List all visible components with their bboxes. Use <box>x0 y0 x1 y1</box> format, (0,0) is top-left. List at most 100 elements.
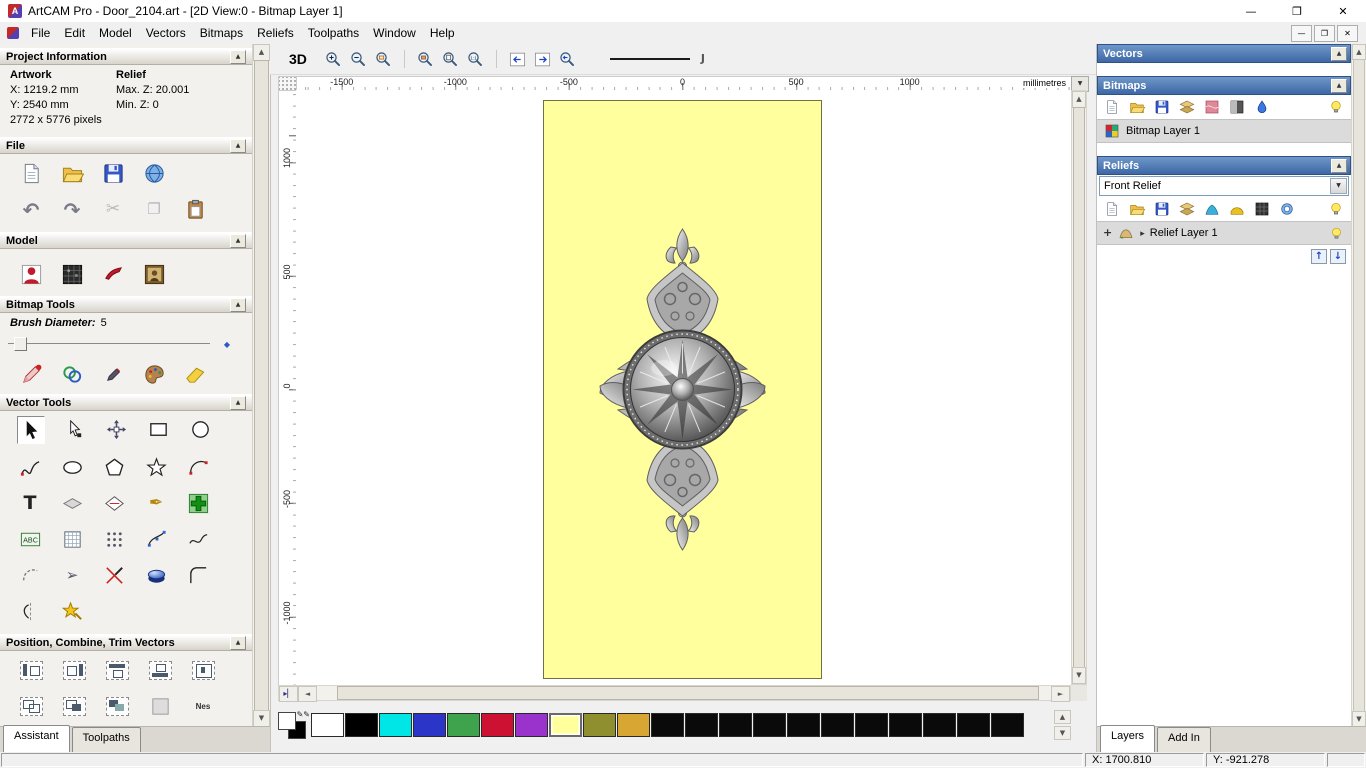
create-polygon-icon[interactable] <box>101 454 127 480</box>
combine-union-icon[interactable] <box>18 694 44 720</box>
eraser-icon[interactable] <box>182 361 208 387</box>
relief-selector[interactable]: Front Relief ▼ <box>1099 176 1349 196</box>
primary-secondary-colour-well[interactable]: ✎✎ <box>278 710 310 739</box>
collapse-button[interactable]: ▲ <box>1331 159 1347 173</box>
load-bitmap-icon[interactable] <box>1128 98 1146 116</box>
collapse-button[interactable]: ▲ <box>230 50 246 64</box>
zoom-in-icon[interactable] <box>322 48 345 70</box>
zoom-page-icon[interactable] <box>439 48 462 70</box>
move-layer-down-button[interactable]: ↓ <box>1330 249 1346 264</box>
merge-reliefs-icon[interactable] <box>1178 200 1196 218</box>
collapse-button[interactable]: ▲ <box>1331 47 1347 61</box>
menu-help[interactable]: Help <box>423 23 462 43</box>
artboard[interactable] <box>543 100 822 679</box>
zoom-window-icon[interactable] <box>372 48 395 70</box>
create-polyline-icon[interactable] <box>17 454 43 480</box>
scroll-left-button[interactable]: ◄ <box>298 686 317 702</box>
colour-swatch[interactable] <box>583 713 616 737</box>
calculate-relief-icon[interactable] <box>1253 200 1271 218</box>
trace-bitmap-icon[interactable]: ✒ <box>143 490 169 516</box>
paste-icon[interactable] <box>182 197 208 223</box>
create-ellipse-icon[interactable] <box>59 454 85 480</box>
close-button[interactable]: ✕ <box>1320 0 1366 22</box>
text-block-icon[interactable]: ABC <box>17 526 43 552</box>
canvas-horizontal-scrollbar[interactable]: ▸▏ ◄ ► <box>278 685 1071 702</box>
zoom-scale-icon[interactable]: 1:1 <box>464 48 487 70</box>
colour-swatch[interactable] <box>957 713 990 737</box>
add-relief-icon[interactable]: + <box>1103 227 1112 239</box>
tab-layers[interactable]: Layers <box>1100 725 1156 752</box>
colour-swatch[interactable] <box>753 713 786 737</box>
offset-relief-icon[interactable] <box>1278 200 1296 218</box>
save-bitmap-icon[interactable] <box>1153 98 1171 116</box>
load-relief-icon[interactable] <box>1128 200 1146 218</box>
save-icon[interactable] <box>100 161 126 187</box>
collapse-button[interactable]: ▲ <box>230 139 246 153</box>
collapse-button[interactable]: ▲ <box>230 636 246 650</box>
canvas-vertical-scrollbar[interactable]: ▲ ▼ <box>1071 90 1087 685</box>
previous-view-icon[interactable] <box>506 48 529 70</box>
colour-fill-icon[interactable] <box>1203 98 1221 116</box>
cut-vector-icon[interactable] <box>101 562 127 588</box>
palette-scroll-down[interactable]: ▼ <box>1054 726 1071 740</box>
new-bitmap-layer-icon[interactable] <box>1103 98 1121 116</box>
scroll-up-button[interactable]: ▲ <box>253 44 270 61</box>
measure-tool-icon[interactable] <box>101 490 127 516</box>
copy-icon[interactable]: ❐ <box>141 197 167 223</box>
view-3d-button[interactable]: 3D <box>284 50 312 68</box>
greyscale-model-icon[interactable] <box>18 261 44 287</box>
light-material-icon[interactable] <box>100 261 126 287</box>
scrollbar-thumb[interactable] <box>254 60 269 711</box>
scrollbar-thumb[interactable] <box>1073 107 1085 668</box>
cut-icon[interactable]: ✂ <box>100 197 126 223</box>
palette-scroll-up[interactable]: ▲ <box>1054 710 1071 724</box>
grid-icon[interactable] <box>59 526 85 552</box>
transform-vectors-icon[interactable] <box>103 416 129 442</box>
tab-add-in[interactable]: Add In <box>1157 727 1211 752</box>
green-cross-icon[interactable] <box>185 490 211 516</box>
undo-icon[interactable]: ↶ <box>18 197 44 223</box>
align-top-icon[interactable] <box>104 658 130 684</box>
primary-colour[interactable] <box>278 711 296 730</box>
arc-segment-icon[interactable] <box>17 562 43 588</box>
create-star-icon[interactable] <box>143 454 169 480</box>
colour-swatch[interactable] <box>447 713 480 737</box>
new-relief-layer-icon[interactable] <box>1103 200 1121 218</box>
align-bottom-icon[interactable] <box>147 658 173 684</box>
colour-swatch[interactable] <box>413 713 446 737</box>
menu-model[interactable]: Model <box>92 23 139 43</box>
merge-bitmaps-icon[interactable] <box>1178 98 1196 116</box>
menu-reliefs[interactable]: Reliefs <box>250 23 301 43</box>
tab-assistant[interactable]: Assistant <box>3 725 70 752</box>
join-vectors-icon[interactable]: ➢ <box>59 562 85 588</box>
colour-swatch[interactable] <box>549 713 582 737</box>
relief-visibility-icon[interactable] <box>1327 224 1345 242</box>
create-text-icon[interactable]: T <box>17 490 43 516</box>
line-width-handle[interactable]: J <box>701 53 705 65</box>
colour-swatch[interactable] <box>821 713 854 737</box>
zoom-back-icon[interactable] <box>556 48 579 70</box>
align-centre-icon[interactable] <box>190 658 216 684</box>
pixel-draw-icon[interactable] <box>100 361 126 387</box>
create-circle-icon[interactable] <box>187 416 213 442</box>
colour-swatch[interactable] <box>617 713 650 737</box>
colour-swatch[interactable] <box>515 713 548 737</box>
texture-relief-icon[interactable] <box>59 261 85 287</box>
colour-swatch[interactable] <box>651 713 684 737</box>
toggle-visibility-icon[interactable] <box>1327 98 1345 116</box>
bitmap-layer-name[interactable]: Bitmap Layer 1 <box>1126 125 1200 137</box>
smooth-relief-icon[interactable] <box>1228 200 1246 218</box>
menu-window[interactable]: Window <box>366 23 423 43</box>
colour-swatch[interactable] <box>889 713 922 737</box>
flood-fill-icon[interactable] <box>59 361 85 387</box>
relief-layer-row[interactable]: + ▸ Relief Layer 1 <box>1097 221 1351 245</box>
layers-scrollbar[interactable]: ▲ ▼ <box>1352 44 1366 727</box>
align-right-icon[interactable] <box>61 658 87 684</box>
expand-arrow-icon[interactable]: ▸ <box>1140 227 1145 239</box>
collapse-button[interactable]: ▲ <box>230 298 246 312</box>
fillet-icon[interactable] <box>185 562 211 588</box>
tab-toolpaths[interactable]: Toolpaths <box>71 727 141 752</box>
open-file-icon[interactable] <box>59 161 85 187</box>
relief-layer-name[interactable]: Relief Layer 1 <box>1150 227 1218 239</box>
minimize-button[interactable]: — <box>1228 0 1274 22</box>
